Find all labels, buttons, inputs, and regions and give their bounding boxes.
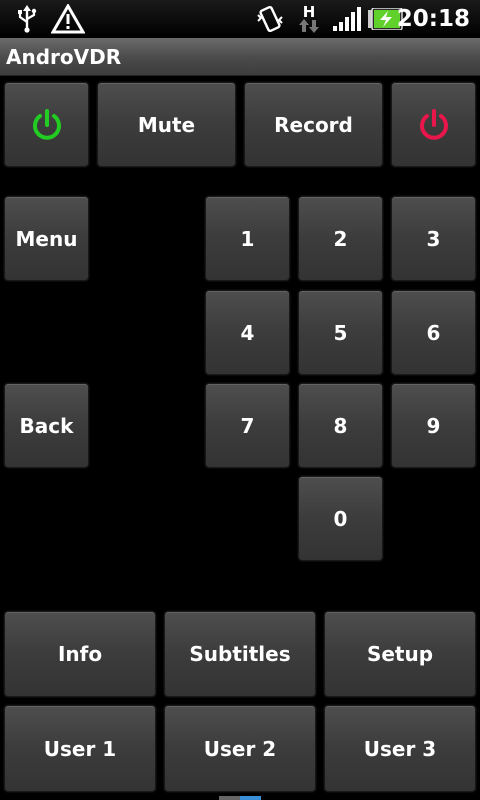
mute-button[interactable]: Mute — [97, 82, 236, 167]
numpad-button-2[interactable]: 2 — [298, 196, 383, 281]
vibrate-icon — [255, 4, 285, 34]
numpad-button-7[interactable]: 7 — [205, 383, 290, 468]
power-on-button[interactable] — [4, 82, 89, 167]
menu-button[interactable]: Menu — [4, 196, 89, 281]
warning-icon — [50, 4, 86, 34]
numpad-button-6[interactable]: 6 — [391, 290, 476, 375]
numpad-button-1[interactable]: 1 — [205, 196, 290, 281]
app-title: AndroVDR — [6, 45, 122, 69]
signal-icon — [330, 4, 362, 34]
user2-button[interactable]: User 2 — [164, 705, 316, 792]
title-bar: AndroVDR — [0, 38, 480, 76]
scroll-indicator — [219, 796, 261, 800]
setup-button[interactable]: Setup — [324, 611, 476, 697]
user3-button[interactable]: User 3 — [324, 705, 476, 792]
user1-button[interactable]: User 1 — [4, 705, 156, 792]
numpad-button-0[interactable]: 0 — [298, 476, 383, 561]
network-type-label: H — [302, 3, 316, 21]
power-off-button[interactable] — [391, 82, 476, 167]
numpad-button-4[interactable]: 4 — [205, 290, 290, 375]
numpad-button-9[interactable]: 9 — [391, 383, 476, 468]
power-off-icon — [419, 108, 448, 140]
power-on-icon — [32, 108, 61, 140]
numpad-button-3[interactable]: 3 — [391, 196, 476, 281]
numpad-button-5[interactable]: 5 — [298, 290, 383, 375]
record-button[interactable]: Record — [244, 82, 383, 167]
status-bar: H 20:18 — [0, 0, 480, 38]
numpad-button-8[interactable]: 8 — [298, 383, 383, 468]
back-button[interactable]: Back — [4, 383, 89, 468]
clock: 20:18 — [396, 6, 470, 32]
data-transfer-icon: H — [296, 4, 322, 34]
usb-icon — [12, 4, 42, 34]
subtitles-button[interactable]: Subtitles — [164, 611, 316, 697]
info-button[interactable]: Info — [4, 611, 156, 697]
